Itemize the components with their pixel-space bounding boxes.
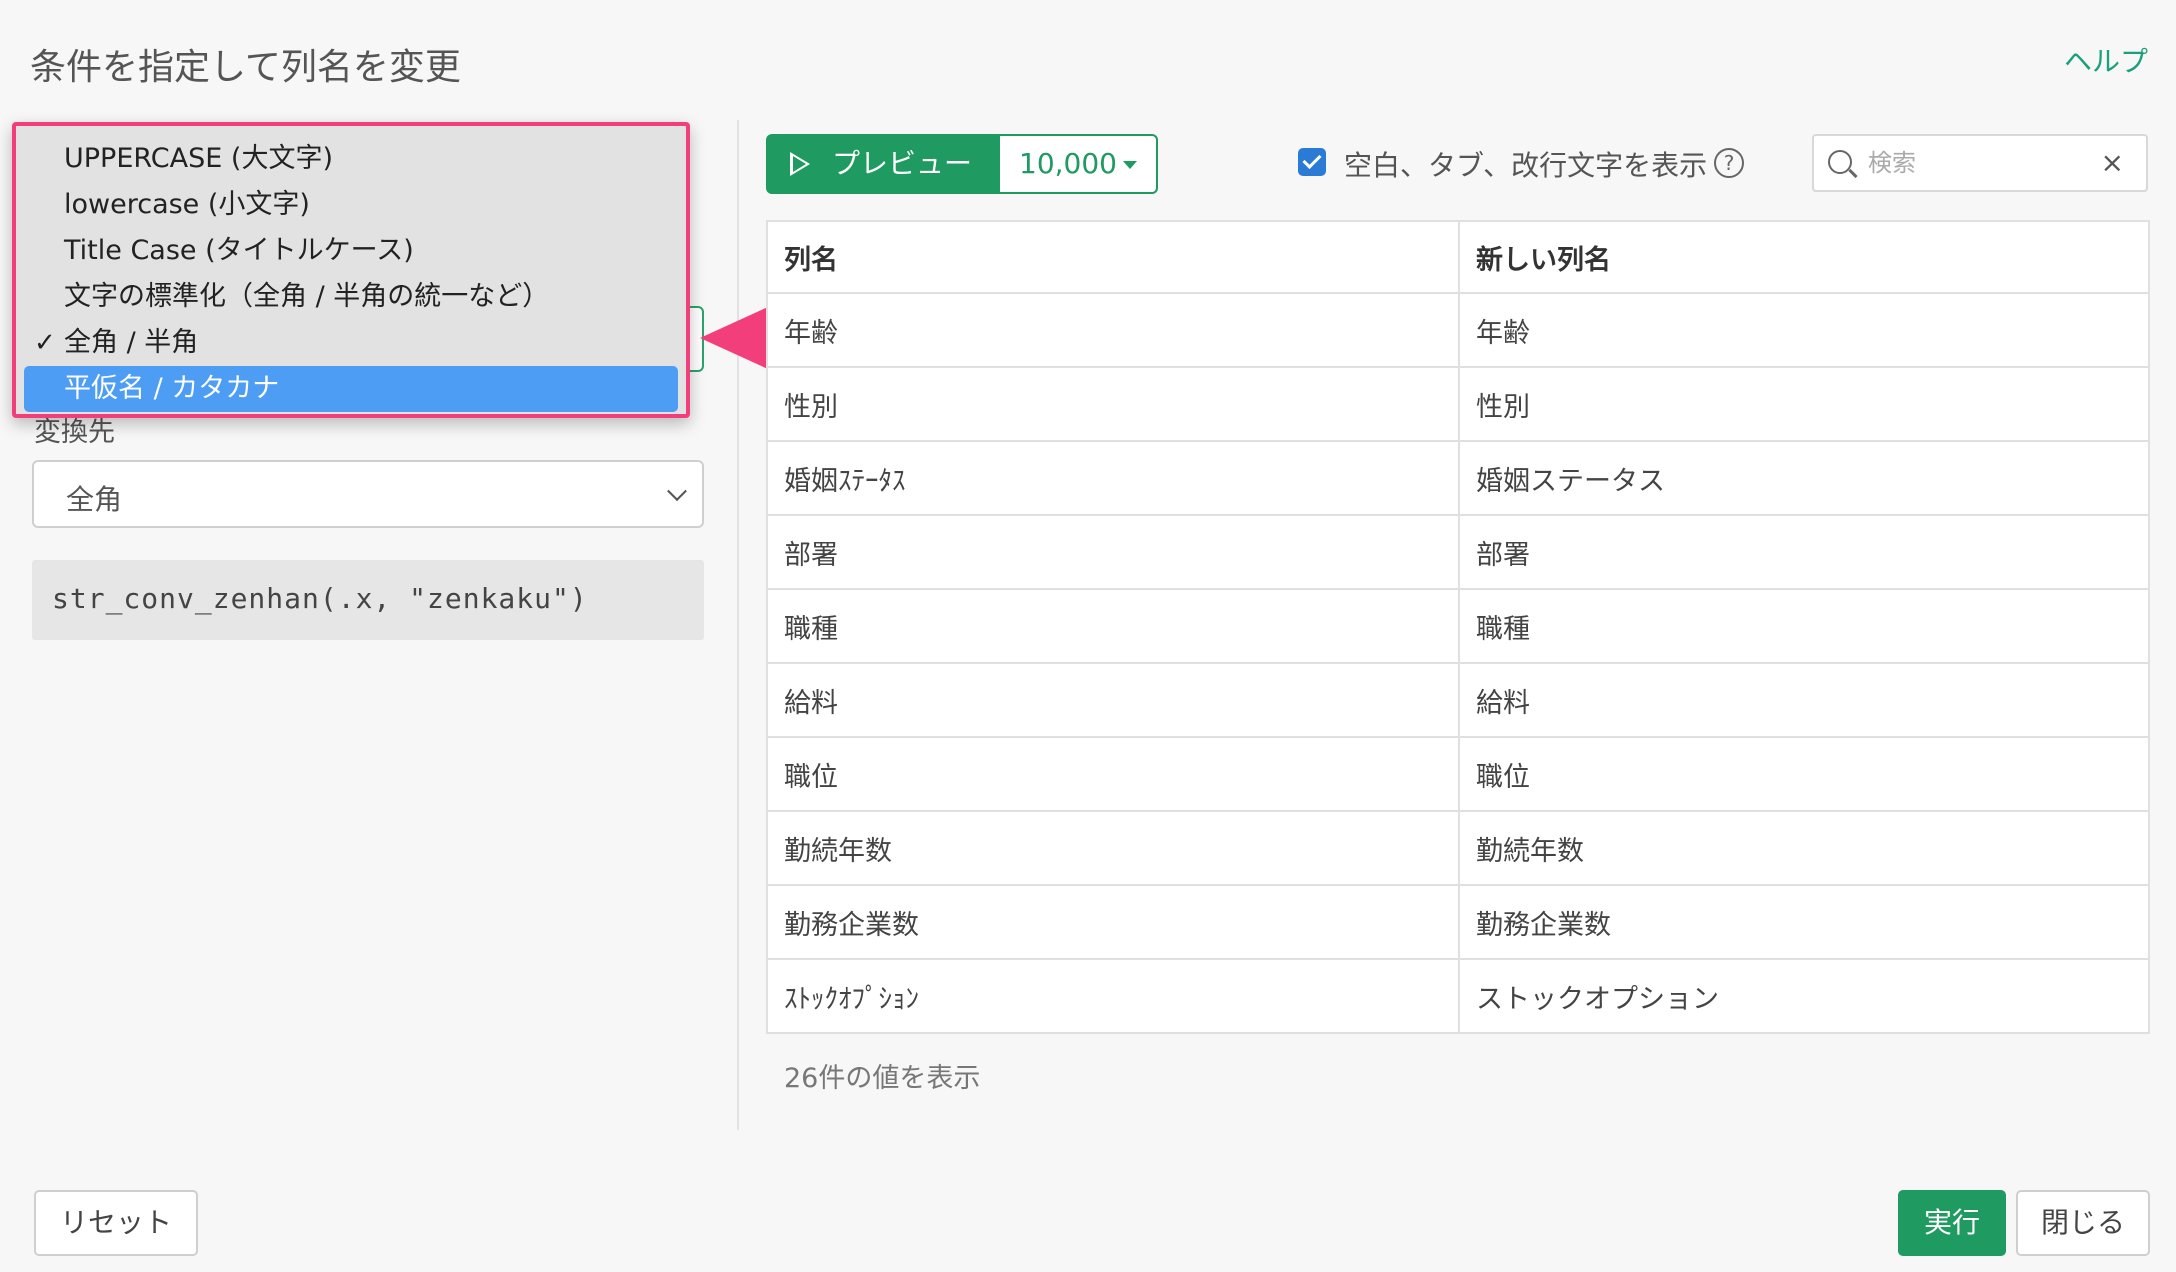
dropdown-item[interactable]: lowercase (小文字)	[16, 182, 686, 228]
cell-original: 勤続年数	[766, 810, 1460, 886]
cell-new: 婚姻ステータス	[1458, 440, 2150, 516]
value-count-note: 26件の値を表示	[784, 1063, 981, 1094]
dropdown-item-label: Title Case (タイトルケース)	[64, 235, 414, 266]
close-button[interactable]: 閉じる	[2016, 1190, 2150, 1256]
search-box: ×	[1812, 134, 2148, 192]
cell-new: ストックオプション	[1458, 958, 2150, 1034]
dropdown-item-label: 平仮名 / カタカナ	[64, 373, 280, 404]
cell-original: 職種	[766, 588, 1460, 664]
target-select[interactable]: 全角	[32, 460, 704, 528]
cell-new: 職種	[1458, 588, 2150, 664]
dropdown-item-highlighted[interactable]: 平仮名 / カタカナ	[24, 366, 678, 412]
panel-divider	[737, 120, 739, 1130]
cell-original: 職位	[766, 736, 1460, 812]
table-header-row: 列名 新しい列名	[766, 220, 2150, 294]
cell-new: 年齢	[1458, 292, 2150, 368]
header-column-name: 列名	[766, 220, 1460, 294]
chevron-down-icon	[667, 481, 687, 502]
header-new-column-name: 新しい列名	[1458, 220, 2150, 294]
cell-new: 職位	[1458, 736, 2150, 812]
search-input[interactable]	[1866, 144, 2086, 182]
table-row: 部署 部署	[766, 514, 2150, 590]
cell-new: 給料	[1458, 662, 2150, 738]
dropdown-item-label: 全角 / 半角	[64, 327, 199, 358]
table-row: 婚姻ｽﾃｰﾀｽ 婚姻ステータス	[766, 440, 2150, 516]
cell-original: 勤務企業数	[766, 884, 1460, 960]
conversion-type-dropdown: UPPERCASE (大文字) lowercase (小文字) Title Ca…	[12, 122, 690, 418]
help-link[interactable]: ヘルプ	[2064, 40, 2148, 80]
preview-label: プレビュー	[832, 147, 973, 180]
dropdown-item[interactable]: 文字の標準化（全角 / 半角の統一など）	[16, 274, 686, 320]
cell-original: 婚姻ｽﾃｰﾀｽ	[766, 440, 1460, 516]
dropdown-item-label: 文字の標準化（全角 / 半角の統一など）	[64, 281, 550, 312]
preview-button[interactable]: プレビュー	[766, 134, 998, 194]
cell-original: 部署	[766, 514, 1460, 590]
row-count-label: 10,000	[1019, 147, 1117, 180]
question-icon[interactable]: ?	[1714, 148, 1744, 178]
dropdown-item[interactable]: Title Case (タイトルケース)	[16, 228, 686, 274]
table-row: 年齢 年齢	[766, 292, 2150, 368]
cell-original: 年齢	[766, 292, 1460, 368]
search-icon	[1828, 150, 1852, 174]
cell-new: 部署	[1458, 514, 2150, 590]
dropdown-item[interactable]: UPPERCASE (大文字)	[16, 136, 686, 182]
dropdown-item-label: UPPERCASE (大文字)	[64, 143, 333, 174]
dropdown-item-selected[interactable]: ✓ 全角 / 半角	[16, 320, 686, 366]
column-preview-table: 列名 新しい列名 年齢 年齢 性別 性別 婚姻ｽﾃｰﾀｽ 婚姻ステータス 部署 部署 職…	[766, 220, 2150, 1034]
code-preview: str_conv_zenhan(.x, "zenkaku")	[32, 560, 704, 640]
target-select-value: 全角	[66, 483, 123, 516]
dialog-title: 条件を指定して列名を変更	[30, 47, 461, 88]
whitespace-label: 空白、タブ、改行文字を表示	[1344, 149, 1708, 182]
whitespace-checkbox[interactable]	[1298, 148, 1326, 176]
table-row: ｽﾄｯｸｵﾌﾟｼｮﾝ ストックオプション	[766, 958, 2150, 1034]
cell-original: 性別	[766, 366, 1460, 442]
clear-icon[interactable]: ×	[2101, 146, 2124, 179]
cell-new: 勤続年数	[1458, 810, 2150, 886]
cell-new: 勤務企業数	[1458, 884, 2150, 960]
caret-down-icon	[1122, 161, 1137, 169]
checkmark-icon: ✓	[34, 328, 56, 358]
table-row: 勤務企業数 勤務企業数	[766, 884, 2150, 960]
table-row: 給料 給料	[766, 662, 2150, 738]
reset-button[interactable]: リセット	[34, 1190, 198, 1256]
play-icon	[790, 152, 810, 176]
dropdown-item-label: lowercase (小文字)	[64, 189, 310, 220]
table-row: 職種 職種	[766, 588, 2150, 664]
row-count-dropdown[interactable]: 10,000	[998, 134, 1158, 194]
cell-original: 給料	[766, 662, 1460, 738]
cell-new: 性別	[1458, 366, 2150, 442]
cell-original: ｽﾄｯｸｵﾌﾟｼｮﾝ	[766, 958, 1460, 1034]
table-row: 性別 性別	[766, 366, 2150, 442]
table-row: 職位 職位	[766, 736, 2150, 812]
run-button[interactable]: 実行	[1898, 1190, 2006, 1256]
table-row: 勤続年数 勤続年数	[766, 810, 2150, 886]
